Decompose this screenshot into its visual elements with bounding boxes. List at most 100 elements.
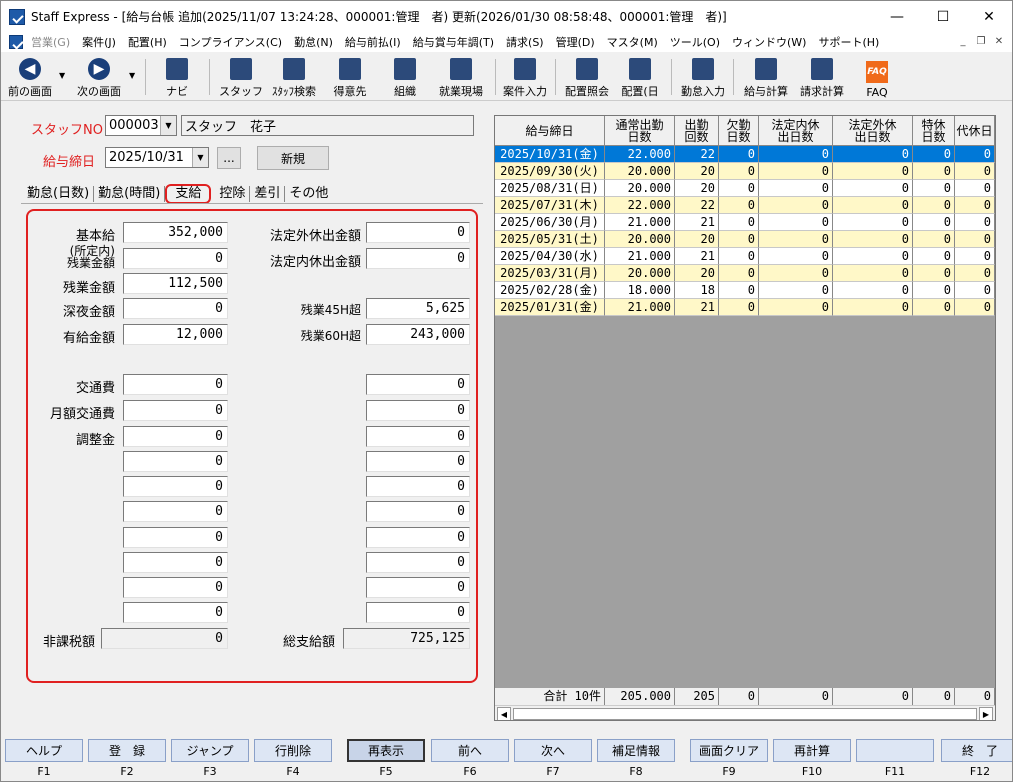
menu-admin[interactable]: 管理(D): [550, 34, 601, 50]
org-button[interactable]: 組織: [385, 55, 425, 99]
grid-row[interactable]: 2025/10/31(金) 22.000 22 0 0 0 0 0: [495, 146, 995, 163]
adjust-input[interactable]: 0: [123, 426, 228, 447]
menu-support[interactable]: サポート(H): [812, 34, 885, 50]
attend-input-button[interactable]: 勤怠入力: [677, 55, 729, 99]
grid-column-header[interactable]: 欠勤 日数: [719, 116, 759, 146]
extra-pay-input[interactable]: 0: [123, 602, 228, 623]
case-input-button[interactable]: 案件入力: [499, 55, 551, 99]
next-dropdown-icon[interactable]: ▼: [129, 71, 135, 80]
grid-row[interactable]: 2025/07/31(木) 22.000 22 0 0 0 0 0: [495, 197, 995, 214]
tab-other[interactable]: その他: [285, 186, 332, 202]
grid-row[interactable]: 2025/01/31(金) 21.000 21 0 0 0 0 0: [495, 299, 995, 316]
menu-sales[interactable]: 営業(G): [25, 34, 76, 50]
fkey-button-f2[interactable]: 登 録: [88, 739, 166, 762]
menu-window[interactable]: ウィンドウ(W): [726, 34, 812, 50]
ellipsis-button[interactable]: ...: [217, 147, 241, 169]
extra-pay-input-right[interactable]: 0: [366, 602, 470, 623]
assign-button[interactable]: 配置(日: [617, 55, 663, 99]
extra-pay-input-right[interactable]: 0: [366, 451, 470, 472]
next-screen-button[interactable]: ▶ 次の画面: [73, 55, 125, 99]
legal-in-holiday-input[interactable]: 0: [366, 248, 470, 269]
menu-assign[interactable]: 配置(H): [122, 34, 173, 50]
grid-column-header[interactable]: 法定内休 出日数: [759, 116, 833, 146]
extra-pay-input-right[interactable]: 0: [366, 501, 470, 522]
staff-search-button[interactable]: ｽﾀｯﾌ検索: [267, 55, 321, 99]
fkey-button-f6[interactable]: 前へ: [431, 739, 509, 762]
extra-pay-input-right[interactable]: 0: [366, 527, 470, 548]
night-pay-input[interactable]: 0: [123, 298, 228, 319]
extra-pay-input-right[interactable]: 0: [366, 374, 470, 395]
tab-net[interactable]: 差引: [250, 186, 286, 202]
grid-row[interactable]: 2025/04/30(水) 21.000 21 0 0 0 0 0: [495, 248, 995, 265]
fkey-button-f9[interactable]: 画面クリア: [690, 739, 768, 762]
chevron-down-icon[interactable]: ▼: [192, 148, 208, 167]
grid-column-header[interactable]: 通常出勤 日数: [605, 116, 675, 146]
tab-attendance-days[interactable]: 勤怠(日数): [23, 186, 95, 202]
staff-no-input[interactable]: 000003 ▼: [105, 115, 177, 136]
scroll-right-icon[interactable]: ▶: [979, 707, 993, 720]
fkey-button-f4[interactable]: 行削除: [254, 739, 332, 762]
bill-calc-button[interactable]: 請求計算: [795, 55, 849, 99]
mdi-minimize-icon[interactable]: _: [956, 34, 970, 48]
pay-calc-button[interactable]: 給与計算: [739, 55, 793, 99]
pay-close-date-input[interactable]: 2025/10/31 ▼: [105, 147, 209, 168]
mdi-restore-icon[interactable]: ❐: [974, 34, 988, 48]
scroll-thumb[interactable]: [513, 708, 977, 720]
close-button[interactable]: ✕: [966, 1, 1012, 32]
transport-input[interactable]: 0: [123, 374, 228, 395]
extra-pay-input[interactable]: 0: [123, 501, 228, 522]
grid-row[interactable]: 2025/09/30(火) 20.000 20 0 0 0 0 0: [495, 163, 995, 180]
grid-column-header[interactable]: 特休 日数: [913, 116, 955, 146]
fkey-button-f3[interactable]: ジャンプ: [171, 739, 249, 762]
mdi-close-icon[interactable]: ✕: [992, 34, 1006, 48]
tab-deduction[interactable]: 控除: [215, 186, 251, 202]
grid-row[interactable]: 2025/02/28(金) 18.000 18 0 0 0 0 0: [495, 282, 995, 299]
paid-leave-input[interactable]: 12,000: [123, 324, 228, 345]
site-button[interactable]: 就業現場: [433, 55, 489, 99]
menu-compliance[interactable]: コンプライアンス(C): [173, 34, 288, 50]
faq-button[interactable]: FAQ FAQ: [859, 55, 895, 99]
grid-column-header[interactable]: 出勤 回数: [675, 116, 719, 146]
navi-button[interactable]: ナビ: [159, 55, 195, 99]
ot-pay-input[interactable]: 112,500: [123, 273, 228, 294]
horizontal-scrollbar[interactable]: ◀ ▶: [495, 705, 995, 720]
staff-button[interactable]: スタッフ: [219, 55, 263, 99]
fkey-button-f12[interactable]: 終 了: [941, 739, 1012, 762]
legal-out-holiday-input[interactable]: 0: [366, 222, 470, 243]
scroll-left-icon[interactable]: ◀: [497, 707, 511, 720]
assign-ref-button[interactable]: 配置照会: [561, 55, 613, 99]
prev-dropdown-icon[interactable]: ▼: [59, 71, 65, 80]
chevron-down-icon[interactable]: ▼: [160, 116, 176, 135]
client-button[interactable]: 得意先: [329, 55, 371, 99]
extra-pay-input[interactable]: 0: [123, 476, 228, 497]
grid-column-header[interactable]: 給与締日: [495, 116, 605, 146]
fkey-button-f1[interactable]: ヘルプ: [5, 739, 83, 762]
menu-payroll[interactable]: 給与賞与年調(T): [407, 34, 500, 50]
tab-payment[interactable]: 支給: [165, 184, 212, 204]
ot-in-input[interactable]: 0: [123, 248, 228, 269]
new-button[interactable]: 新規: [257, 146, 329, 170]
monthly-transport-input[interactable]: 0: [123, 400, 228, 421]
fkey-button-f10[interactable]: 再計算: [773, 739, 851, 762]
tab-attendance-hours[interactable]: 勤怠(時間): [94, 186, 166, 202]
menu-tools[interactable]: ツール(O): [664, 34, 726, 50]
ot45-input[interactable]: 5,625: [366, 298, 470, 319]
grid-column-header[interactable]: 代休日: [955, 116, 995, 146]
fkey-button-f8[interactable]: 補足情報: [597, 739, 675, 762]
grid-row[interactable]: 2025/08/31(日) 20.000 20 0 0 0 0 0: [495, 180, 995, 197]
extra-pay-input[interactable]: 0: [123, 527, 228, 548]
extra-pay-input-right[interactable]: 0: [366, 476, 470, 497]
extra-pay-input[interactable]: 0: [123, 577, 228, 598]
fkey-button-f7[interactable]: 次へ: [514, 739, 592, 762]
base-pay-input[interactable]: 352,000: [123, 222, 228, 243]
grid-row[interactable]: 2025/05/31(土) 20.000 20 0 0 0 0 0: [495, 231, 995, 248]
menu-case[interactable]: 案件(J): [76, 34, 122, 50]
grid-column-header[interactable]: 法定外休 出日数: [833, 116, 913, 146]
extra-pay-input-right[interactable]: 0: [366, 577, 470, 598]
fkey-button-f5[interactable]: 再表示: [347, 739, 425, 762]
menu-billing[interactable]: 請求(S): [500, 34, 550, 50]
extra-pay-input-right[interactable]: 0: [366, 426, 470, 447]
menu-prepay[interactable]: 給与前払(I): [339, 34, 407, 50]
fkey-button-f11[interactable]: [856, 739, 934, 762]
extra-pay-input-right[interactable]: 0: [366, 552, 470, 573]
